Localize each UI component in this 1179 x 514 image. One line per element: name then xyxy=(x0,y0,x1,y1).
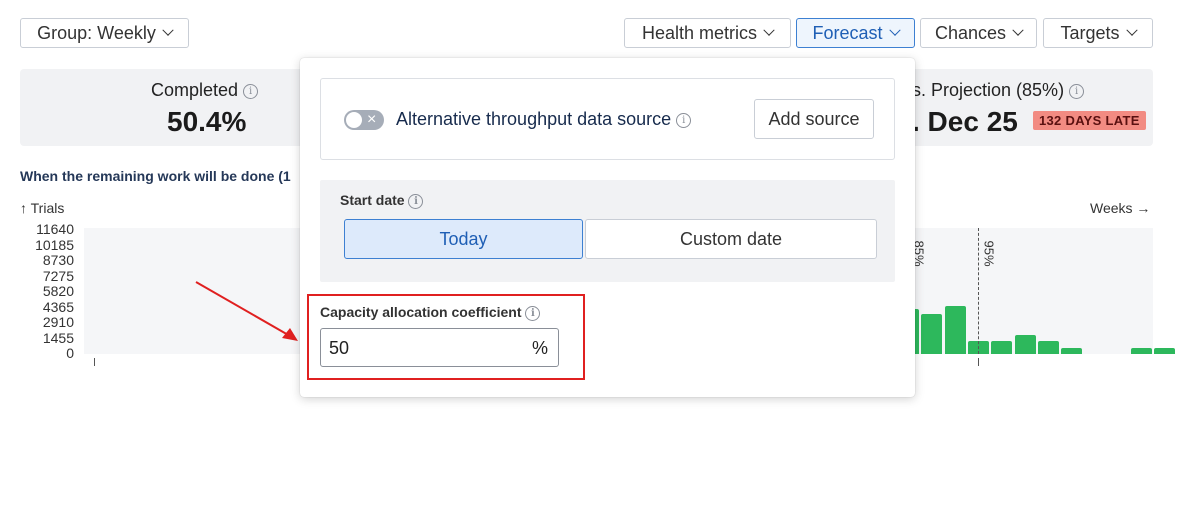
completed-value: 50.4% xyxy=(167,106,247,137)
x-axis-label: Weeks → xyxy=(1090,200,1151,216)
health-metrics-label: Health metrics xyxy=(641,22,758,43)
projection-card: s. Projection (85%) i . Dec 25 132 DAYS … xyxy=(890,69,1153,146)
y-tick-label: 5820 xyxy=(42,283,74,299)
days-late-badge: 132 DAYS LATE xyxy=(1033,111,1146,130)
capacity-input[interactable]: 50 % xyxy=(320,328,559,367)
start-date-label: Start date xyxy=(340,192,405,208)
forecast-popup: × Alternative throughput data source i A… xyxy=(300,58,915,397)
histogram-bar[interactable] xyxy=(944,306,966,354)
custom-date-button[interactable]: Custom date xyxy=(585,219,877,259)
info-icon[interactable]: i xyxy=(243,83,259,99)
throughput-toggle[interactable]: × xyxy=(344,110,384,130)
y-tick-label: 11640 xyxy=(36,221,74,237)
projection-value: . Dec 25 xyxy=(912,106,1018,137)
chevron-down-icon xyxy=(162,24,174,36)
y-tick-label: 0 xyxy=(66,345,74,361)
chevron-down-icon xyxy=(888,24,901,36)
info-icon[interactable]: i xyxy=(408,193,424,209)
projection-title: s. Projection (85%) xyxy=(912,80,1065,100)
group-weekly-label: Group: Weekly xyxy=(37,22,156,43)
y-tick-label: 10185 xyxy=(35,236,74,253)
y-tick-label: 8730 xyxy=(42,252,74,268)
histogram-bar[interactable] xyxy=(1037,341,1059,354)
info-icon[interactable]: i xyxy=(1069,83,1085,99)
today-button[interactable]: Today xyxy=(344,219,583,259)
capacity-value: 50 xyxy=(329,338,350,358)
chevron-down-icon xyxy=(1125,24,1138,36)
chances-dropdown[interactable]: Chances xyxy=(920,18,1037,48)
targets-dropdown[interactable]: Targets xyxy=(1043,18,1153,48)
marker-95-line xyxy=(978,228,979,354)
forecast-label: Forecast xyxy=(812,22,883,43)
y-tick-label: 7275 xyxy=(42,267,74,284)
projection-title-row: s. Projection (85%) i xyxy=(912,80,1085,101)
histogram-bar[interactable] xyxy=(1131,347,1152,354)
chevron-down-icon xyxy=(763,24,775,36)
histogram-bar[interactable] xyxy=(1154,347,1176,354)
histogram-bar[interactable] xyxy=(1014,334,1036,354)
targets-label: Targets xyxy=(1060,22,1120,43)
add-source-button[interactable]: Add source xyxy=(754,99,874,139)
chevron-down-icon xyxy=(1012,24,1024,36)
y-axis-label: ↑ Trials xyxy=(20,200,65,216)
capacity-unit: % xyxy=(531,338,548,358)
capacity-label-row: Capacity allocation coefficient i xyxy=(320,304,541,321)
histogram-bar[interactable] xyxy=(1061,347,1083,354)
y-tick-label: 1455 xyxy=(42,329,74,346)
chart-heading: When the remaining work will be done (1 xyxy=(20,168,291,184)
data-source-panel: × Alternative throughput data source i A… xyxy=(320,78,895,160)
completed-title-row: Completed i xyxy=(151,80,259,101)
marker-95-label: 95% xyxy=(981,240,997,267)
info-icon[interactable]: i xyxy=(525,305,541,321)
chances-label: Chances xyxy=(934,22,1007,43)
completed-card: Completed i 50.4% xyxy=(20,69,310,146)
annotation-arrow xyxy=(195,281,298,341)
y-tick-label: 2910 xyxy=(42,314,74,330)
x-tick-mark xyxy=(978,358,979,366)
health-metrics-dropdown[interactable]: Health metrics xyxy=(624,18,791,48)
y-tick-label: 4365 xyxy=(42,298,74,315)
start-date-label-row: Start date i xyxy=(340,192,424,209)
group-weekly-dropdown[interactable]: Group: Weekly xyxy=(20,18,189,48)
completed-title: Completed xyxy=(151,80,239,100)
forecast-dropdown[interactable]: Forecast xyxy=(796,18,915,48)
histogram-bar[interactable] xyxy=(921,313,943,354)
info-icon[interactable]: i xyxy=(676,112,692,128)
capacity-label: Capacity allocation coefficient xyxy=(320,304,522,320)
toggle-label-row: Alternative throughput data source i xyxy=(396,109,692,130)
histogram-bar[interactable] xyxy=(991,341,1013,354)
toggle-label: Alternative throughput data source xyxy=(396,109,672,129)
x-tick-mark xyxy=(94,358,95,366)
start-date-section: Start date i Today Custom date xyxy=(320,180,895,282)
